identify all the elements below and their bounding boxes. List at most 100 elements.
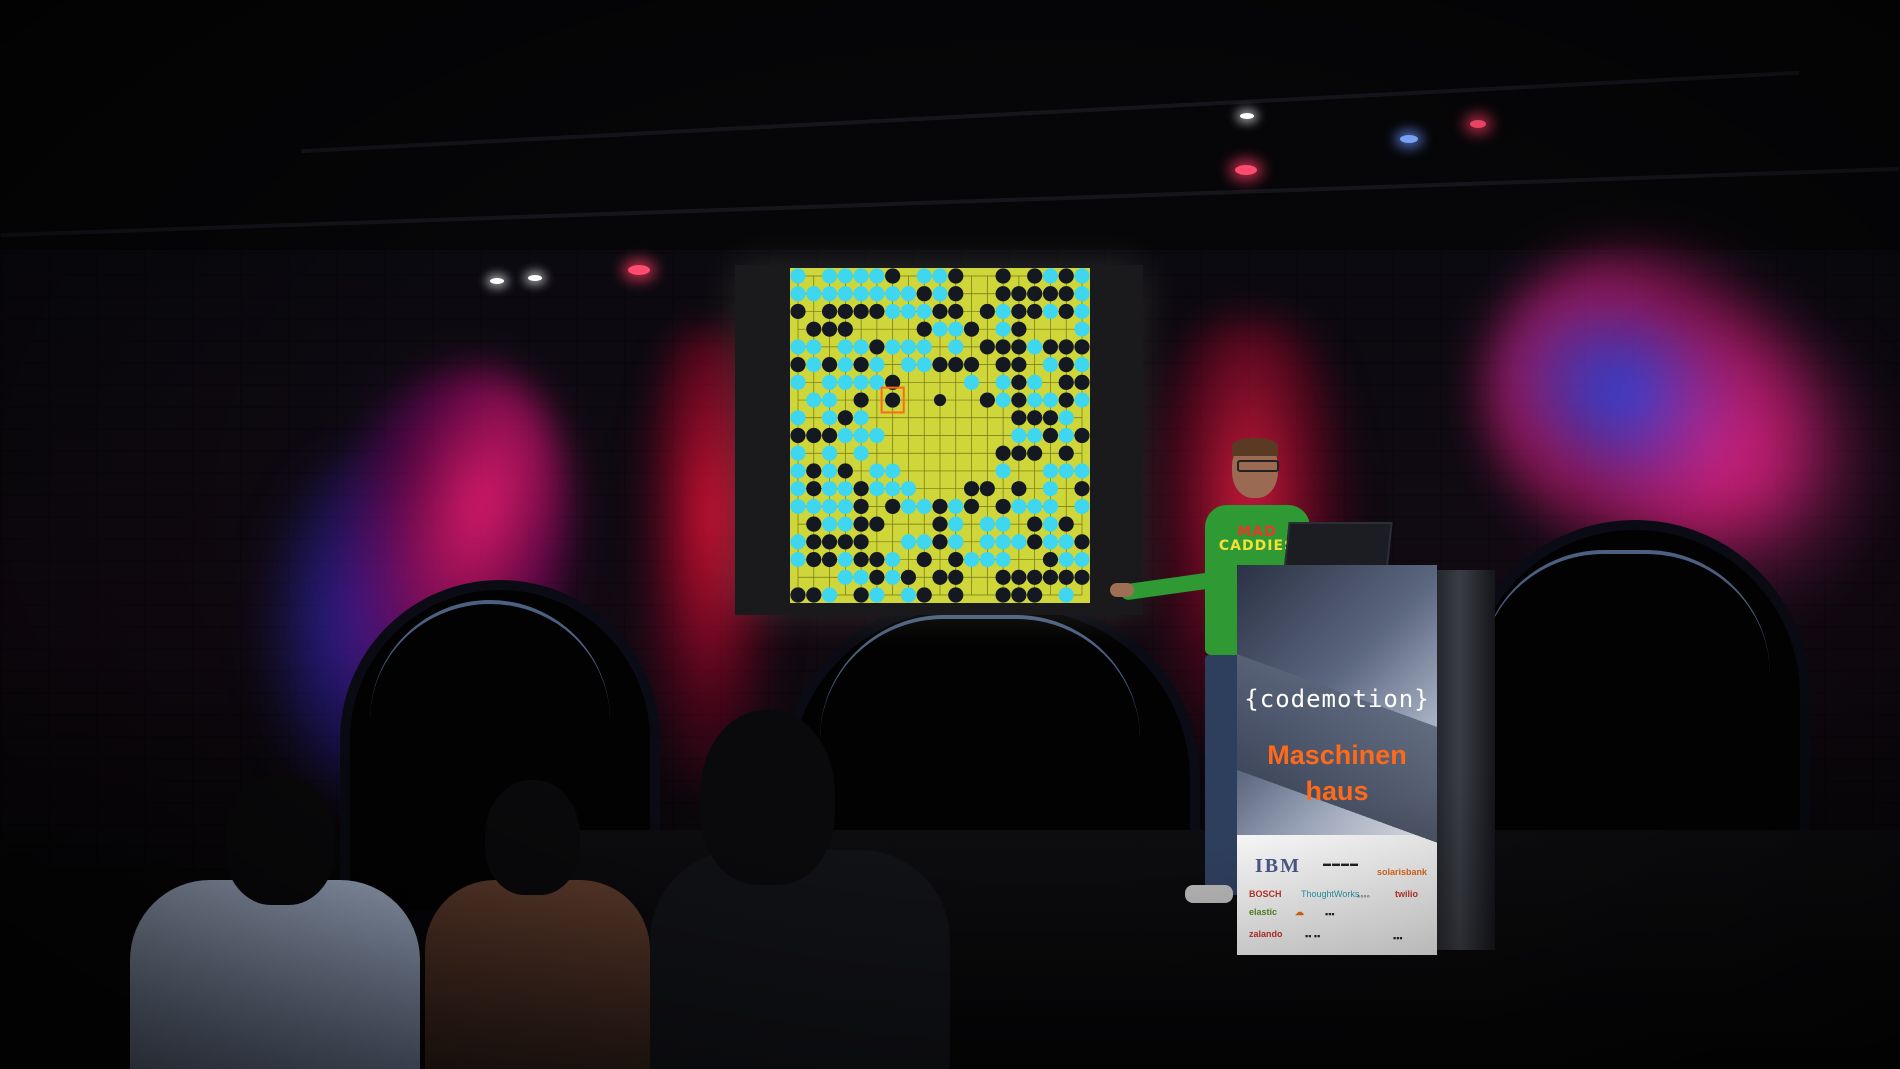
go-stone-dark [853, 392, 869, 408]
go-stone-dark [1011, 569, 1027, 585]
go-stone-dark [979, 392, 995, 408]
go-stone-dark [1042, 569, 1059, 585]
go-stone-dark [790, 587, 806, 603]
go-stone-light [821, 268, 838, 284]
go-stone-light [900, 286, 917, 302]
go-stone-light [900, 498, 917, 514]
go-stone-light [853, 286, 869, 302]
go-stone-light [1027, 374, 1043, 390]
go-stone-light [853, 410, 869, 426]
go-stone-dark [1058, 357, 1074, 373]
go-stone-light [900, 587, 917, 603]
go-stone-light [853, 445, 869, 461]
sponsor-logo: ▪▪ ▪▪ [1305, 931, 1321, 941]
go-stone-dark [1058, 374, 1074, 390]
go-stone-light [995, 392, 1011, 408]
go-stone-light [837, 516, 853, 532]
go-stone-light [790, 374, 806, 390]
go-stone-dark [869, 516, 885, 532]
go-stone-light [1042, 481, 1059, 497]
sponsor-elastic-logo: elastic [1249, 907, 1278, 917]
go-stone-light [853, 374, 869, 390]
go-stone-light [1058, 427, 1074, 444]
go-stone-light [1042, 498, 1059, 514]
go-stone-dark [1027, 516, 1043, 532]
audience-member-head [485, 780, 580, 895]
go-stone-dark [1074, 427, 1090, 444]
go-stone-dark [806, 321, 822, 337]
sponsor-thoughtworks-logo: ThoughtWorks [1301, 889, 1360, 899]
go-stone-dark [821, 534, 838, 550]
go-stone-dark [1011, 339, 1027, 355]
go-stone-light [837, 498, 853, 514]
sponsor-logo: ◦◦◦◦ [1357, 891, 1370, 901]
spotlight-blue [1400, 135, 1418, 143]
go-stone-light [948, 534, 964, 550]
go-stone-dark [948, 286, 964, 302]
go-stone-light [821, 587, 838, 603]
go-stone-light [790, 498, 806, 514]
go-stone-dark [806, 551, 822, 568]
go-stone-dark [1058, 569, 1074, 585]
go-stone-light [869, 268, 885, 284]
go-stone-dark [948, 357, 964, 373]
go-stone-light [837, 481, 853, 497]
go-stone-dark [869, 303, 885, 320]
go-stone-dark [806, 463, 822, 479]
go-stone-dark [1027, 286, 1043, 302]
go-stone-dark [1074, 374, 1090, 390]
go-stone-dark [1058, 303, 1074, 320]
go-stone-dark [1011, 410, 1027, 426]
go-stone-dark [1027, 410, 1043, 426]
go-stone-light [1027, 427, 1043, 444]
go-stone-light [837, 374, 853, 390]
go-stone-dark [1011, 321, 1027, 337]
go-stone-light [853, 569, 869, 585]
go-stone-dark [1042, 427, 1059, 444]
go-stone-dark [853, 303, 869, 320]
audience-member-shirt [130, 880, 420, 1069]
go-stone-light [948, 339, 964, 355]
go-stone-dark [916, 551, 932, 568]
go-stone-light [821, 286, 838, 302]
go-stone-light [806, 498, 822, 514]
go-stone-dark [900, 569, 917, 585]
go-stone-light [1042, 303, 1059, 320]
go-stone-light [900, 303, 917, 320]
go-stone-dark [1074, 481, 1090, 497]
go-stone-dark [1058, 339, 1074, 355]
go-stone-dark [979, 481, 995, 497]
go-stone-dark [806, 516, 822, 532]
go-stone-dark [1042, 286, 1059, 302]
go-stone-light [1074, 268, 1090, 284]
go-stone-light [837, 569, 853, 585]
go-stone-dark [806, 481, 822, 497]
go-stone-dark [837, 463, 853, 479]
presenter-shoe [1185, 885, 1233, 903]
go-stone-light [1011, 427, 1027, 444]
go-stone-light [790, 463, 806, 479]
presenter-hand [1110, 583, 1134, 597]
sponsor-zalando-logo: zalando [1249, 929, 1283, 939]
go-stone-dark [837, 321, 853, 337]
presenter-hair [1232, 438, 1278, 456]
go-stone-light [1027, 339, 1043, 355]
go-stone-light [900, 339, 917, 355]
go-stone-dark [916, 587, 932, 603]
go-stone-light [790, 481, 806, 497]
ceiling-truss [0, 166, 1900, 238]
go-stone-dark [1011, 445, 1027, 461]
sponsor-twilio-logo: twilio [1395, 889, 1418, 899]
go-stone-dark [995, 498, 1011, 514]
go-stone-light [916, 339, 932, 355]
go-stone-light [869, 286, 885, 302]
go-stone-light [1074, 392, 1090, 408]
go-stone-light [837, 427, 853, 444]
go-stone-dark [1027, 569, 1043, 585]
go-stone-dark [853, 498, 869, 514]
go-stone-light [806, 357, 822, 373]
go-stone-light [1074, 303, 1090, 320]
go-stone-light [1074, 463, 1090, 479]
go-stone-dark [995, 339, 1011, 355]
go-stone-dark [869, 569, 885, 585]
